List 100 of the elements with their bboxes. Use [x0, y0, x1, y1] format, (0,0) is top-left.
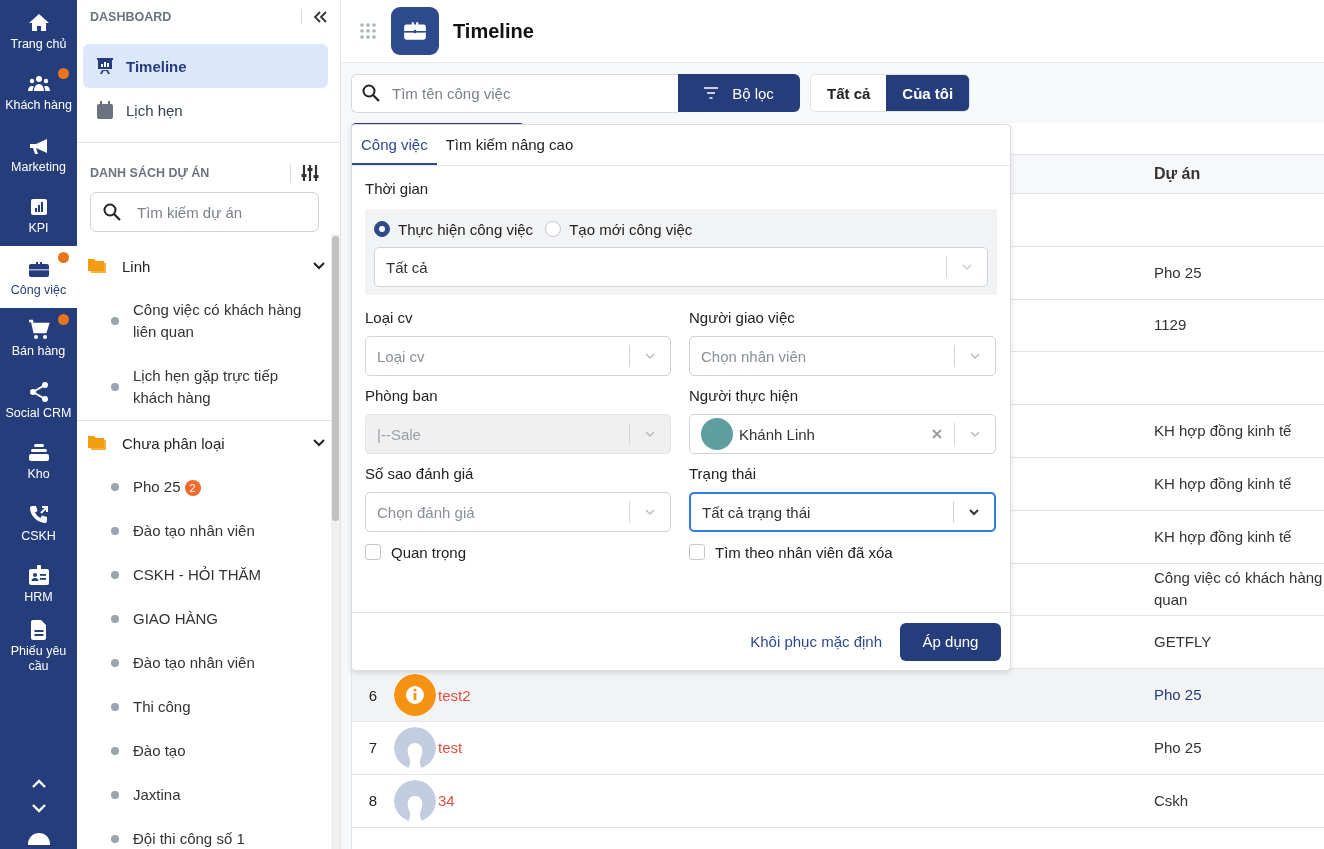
- rail-item[interactable]: Bán hàng: [0, 307, 77, 369]
- apply-button[interactable]: Áp dụng: [900, 622, 1001, 661]
- field-label: Loại cv: [365, 309, 414, 326]
- task-search-box[interactable]: Tìm tên công việc: [351, 73, 678, 113]
- checkbox[interactable]: [689, 544, 705, 560]
- rail-item[interactable]: Social CRM: [0, 369, 77, 431]
- project-cell-text: Cskh: [1154, 790, 1190, 811]
- field-label: Trạng thái: [689, 465, 757, 482]
- folder-icon: [88, 434, 108, 452]
- radio-button[interactable]: [374, 221, 390, 237]
- scrollbar-thumb[interactable]: [332, 236, 339, 521]
- project-group[interactable]: Linh: [77, 244, 331, 288]
- section-heading: DASHBOARD: [90, 10, 172, 24]
- project-item[interactable]: Thi công: [77, 685, 331, 729]
- filter-button[interactable]: Bộ lọc: [678, 74, 800, 112]
- select-field[interactable]: Tất cả trạng thái: [689, 492, 996, 532]
- checkbox[interactable]: [365, 544, 381, 560]
- rail-item[interactable]: HRM: [0, 553, 77, 615]
- task-link[interactable]: test: [438, 739, 463, 757]
- page-title: Timeline: [453, 19, 534, 43]
- search-icon: [362, 84, 380, 102]
- field-label: Thời gian: [365, 180, 430, 197]
- search-icon: [103, 203, 121, 221]
- time-range-select[interactable]: Tất cả: [374, 247, 988, 287]
- chevron-down-icon[interactable]: [30, 803, 47, 813]
- bullet-icon: [111, 527, 119, 535]
- project-cell-text: GETFLY: [1154, 632, 1213, 653]
- radio-option[interactable]: Tạo mới công việc: [545, 220, 693, 238]
- chevron-up-icon[interactable]: [30, 779, 47, 789]
- select-field[interactable]: Khánh Linh: [689, 414, 996, 454]
- project-cell-text: Pho 25: [1154, 262, 1203, 283]
- rail-item[interactable]: KPI: [0, 184, 77, 246]
- project-item[interactable]: Đào tạo nhân viên: [77, 509, 331, 553]
- presentation-board-icon: [96, 57, 114, 75]
- rail-item[interactable]: Phiếu yêu cầu: [0, 615, 77, 677]
- nav-item[interactable]: Timeline: [83, 44, 328, 88]
- rail-item[interactable]: Trang chủ: [0, 0, 77, 62]
- project-item[interactable]: Pho 25 2: [77, 465, 331, 509]
- briefcase-icon: [391, 7, 439, 55]
- task-search-field[interactable]: Tìm tên công việc: [390, 83, 564, 103]
- rail-item[interactable]: Kho: [0, 430, 77, 492]
- rail-item[interactable]: CSKH: [0, 492, 77, 554]
- nav-item[interactable]: Lịch hẹn: [83, 88, 328, 132]
- project-cell-text: KH hợp đồng kinh tế: [1154, 421, 1293, 442]
- project-search-box[interactable]: Tìm kiếm dự án: [90, 192, 319, 232]
- sliders-icon[interactable]: [301, 164, 319, 182]
- clear-icon[interactable]: [932, 429, 942, 439]
- radio-option[interactable]: Thực hiện công việc: [374, 220, 534, 238]
- avatar-icon: [394, 779, 436, 822]
- project-group[interactable]: Chưa phân loại: [77, 421, 331, 465]
- collapse-icon[interactable]: [312, 10, 328, 24]
- project-item[interactable]: Đào tạo nhân viên: [77, 641, 331, 685]
- filter-icon: [704, 87, 719, 99]
- bullet-icon: [111, 747, 119, 755]
- project-item[interactable]: Jaxtina: [77, 773, 331, 817]
- bullet-icon: [111, 483, 119, 491]
- bullet-icon: [111, 383, 119, 391]
- project-cell-text: Pho 25: [1154, 685, 1203, 706]
- project-cell-text: Công việc có khách hàng quan: [1154, 568, 1324, 611]
- project-item[interactable]: CSKH - HỎI THĂM: [77, 553, 331, 597]
- scope-tab[interactable]: Của tôi: [886, 75, 970, 111]
- task-link[interactable]: 34: [438, 792, 455, 810]
- info-avatar-icon: [394, 674, 436, 717]
- project-item[interactable]: Lịch hẹn gặp trực tiếp khách hàng: [77, 354, 331, 420]
- project-item[interactable]: GIAO HÀNG: [77, 597, 331, 641]
- field-label: Số sao đánh giá: [365, 465, 475, 482]
- field-label: Phòng ban: [365, 387, 439, 404]
- row-number: 8: [368, 792, 378, 810]
- rail-item[interactable]: Khách hàng: [0, 61, 77, 123]
- bullet-icon: [111, 791, 119, 799]
- bullet-icon: [111, 615, 119, 623]
- reset-link[interactable]: Khôi phục mặc định: [750, 633, 882, 650]
- column-header: Dự án: [1154, 165, 1201, 183]
- project-item[interactable]: Đào tạo: [77, 729, 331, 773]
- bullet-icon: [111, 659, 119, 667]
- project-search-field[interactable]: Tìm kiếm dự án: [135, 202, 309, 222]
- count-badge: 2: [184, 480, 201, 497]
- section-heading: DANH SÁCH DỰ ÁN: [90, 166, 210, 180]
- project-cell-text: KH hợp đồng kinh tế: [1154, 526, 1293, 547]
- task-link[interactable]: test2: [438, 686, 471, 704]
- bullet-icon: [111, 703, 119, 711]
- project-item[interactable]: Đội thi công số 1: [77, 817, 331, 849]
- rail-item[interactable]: Công việc: [0, 246, 77, 308]
- project-item[interactable]: Công việc có khách hàng liên quan: [77, 288, 331, 354]
- avatar-icon: [394, 726, 436, 769]
- checkbox-option[interactable]: Quan trọng: [365, 541, 671, 563]
- bullet-icon: [111, 835, 119, 843]
- field-label: Người giao việc: [689, 309, 796, 326]
- checkbox-option[interactable]: Tìm theo nhân viên đã xóa: [689, 541, 996, 563]
- bullet-icon: [111, 571, 119, 579]
- project-cell-text: Pho 25: [1154, 737, 1203, 758]
- user-avatar-icon[interactable]: [27, 833, 50, 845]
- row-number: 7: [368, 739, 378, 757]
- project-cell-text: KH hợp đồng kinh tế: [1154, 473, 1293, 494]
- field-label: Người thực hiện: [689, 387, 800, 404]
- calendar-icon: [96, 101, 114, 119]
- panel-tab[interactable]: Tìm kiếm nâng cao: [436, 125, 583, 165]
- row-number: 6: [368, 686, 378, 704]
- panel-tab[interactable]: Công việc: [352, 125, 437, 165]
- rail-item[interactable]: Marketing: [0, 123, 77, 185]
